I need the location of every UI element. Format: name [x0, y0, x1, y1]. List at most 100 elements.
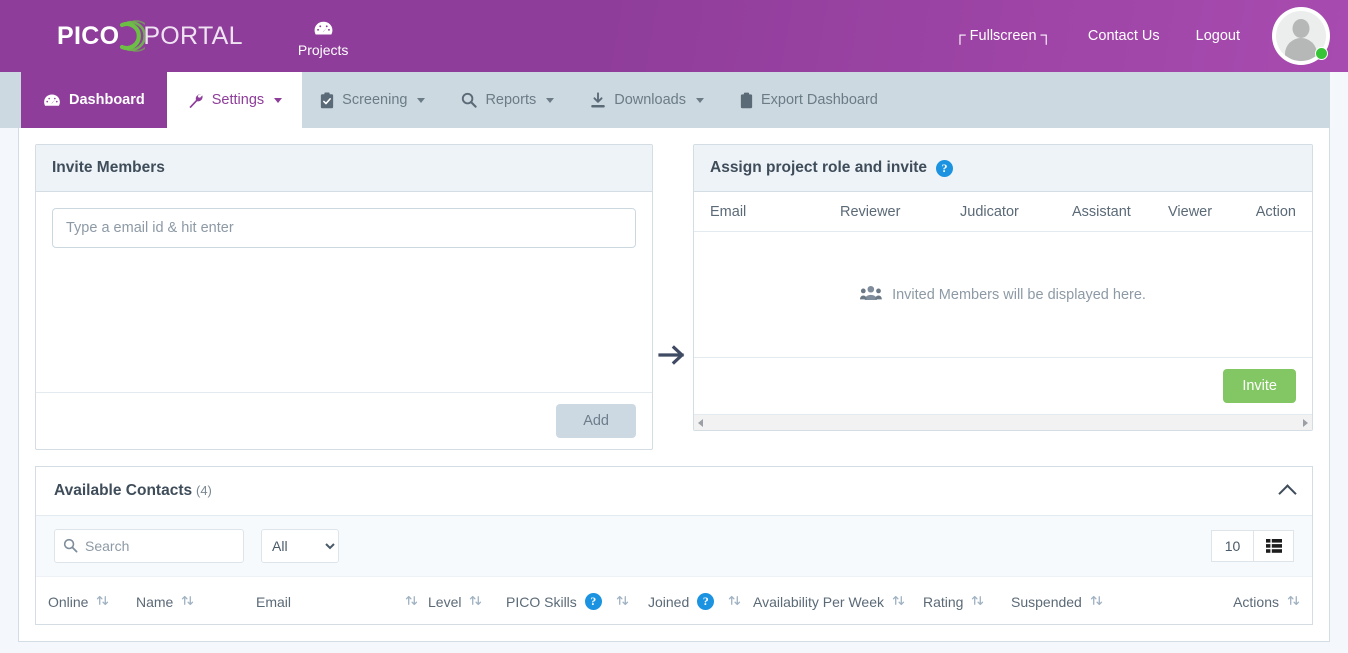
clipboard-icon — [740, 92, 753, 109]
tab-export-dashboard-label: Export Dashboard — [760, 92, 878, 108]
caret-right-icon[interactable] — [1303, 418, 1308, 427]
avatar-body-shape — [1285, 38, 1317, 61]
header-actions: ┌ Fullscreen ┐ Contact Us Logout — [936, 7, 1348, 65]
add-button[interactable]: Add — [556, 404, 636, 438]
tab-dashboard[interactable]: Dashboard — [21, 72, 167, 128]
tab-downloads-label: Downloads — [614, 92, 686, 108]
sort-icon[interactable] — [616, 594, 629, 610]
tab-settings[interactable]: Settings — [166, 72, 303, 128]
column-header-level[interactable]: Level — [428, 594, 506, 610]
sort-icon[interactable] — [1287, 594, 1300, 610]
column-header-name[interactable]: Name — [136, 594, 256, 610]
download-icon — [590, 91, 606, 109]
assign-role-title: Assign project role and invite — [710, 159, 928, 176]
assign-col-reviewer: Reviewer — [840, 204, 901, 220]
table-grid-icon[interactable] — [1254, 530, 1294, 562]
contacts-filter-select[interactable]: All — [261, 529, 339, 563]
assign-footer: Invite — [694, 357, 1312, 414]
column-header-rating[interactable]: Rating — [923, 594, 1011, 610]
invite-members-title: Invite Members — [36, 145, 652, 192]
column-header-pico-skills[interactable]: PICO Skills ? — [506, 593, 648, 610]
invite-members-body — [36, 192, 652, 392]
page-size-input[interactable]: 10 — [1211, 530, 1254, 562]
question-mark-icon[interactable]: ? — [697, 593, 715, 610]
chevron-up-icon[interactable] — [1278, 484, 1297, 503]
tab-export-dashboard[interactable]: Export Dashboard — [722, 72, 896, 128]
chevron-down-icon — [695, 97, 704, 103]
sort-icon[interactable] — [971, 594, 984, 610]
avatar-head-shape — [1292, 19, 1310, 38]
assign-role-title-row: Assign project role and invite ? — [694, 145, 1312, 192]
fullscreen-button[interactable]: ┌ Fullscreen ┐ — [936, 22, 1070, 50]
caret-left-icon[interactable] — [698, 418, 703, 427]
sort-icon[interactable] — [469, 594, 482, 610]
column-header-availability-per-week[interactable]: Availability Per Week — [753, 594, 923, 610]
tachometer-icon — [313, 19, 334, 39]
column-header-joined[interactable]: Joined ? — [648, 593, 753, 610]
contact-us-link[interactable]: Contact Us — [1070, 22, 1178, 50]
search-box — [54, 529, 244, 563]
contacts-table-header: Online Name Email Level PICO Skills ? Jo… — [36, 577, 1312, 624]
contacts-toolbar: All 10 — [36, 516, 1312, 577]
invite-button[interactable]: Invite — [1223, 369, 1296, 403]
fullscreen-bracket-right-icon: ┐ — [1040, 27, 1052, 44]
assign-col-judicator: Judicator — [960, 204, 1019, 220]
assign-col-email: Email — [710, 204, 747, 220]
column-label-actions: Actions — [1233, 593, 1279, 610]
chevron-down-icon — [417, 97, 426, 103]
column-header-email[interactable]: Email — [256, 594, 428, 610]
assign-col-action: Action — [1255, 204, 1296, 220]
tab-screening[interactable]: Screening — [302, 72, 443, 128]
tab-reports[interactable]: Reports — [443, 72, 572, 128]
users-icon — [860, 285, 882, 305]
tab-downloads[interactable]: Downloads — [572, 72, 722, 128]
invite-members-footer: Add — [36, 392, 652, 449]
horizontal-scrollbar[interactable] — [694, 414, 1312, 430]
chevron-down-icon — [274, 97, 283, 103]
column-label-online: Online — [48, 593, 89, 610]
assign-col-assistant: Assistant — [1072, 204, 1131, 220]
projects-nav-link[interactable]: Projects — [297, 15, 349, 58]
assign-col-viewer: Viewer — [1168, 204, 1213, 220]
sort-icon[interactable] — [96, 594, 109, 610]
avatar[interactable] — [1272, 7, 1330, 65]
invite-row: Invite Members Add Assign p — [35, 144, 1313, 450]
question-mark-icon[interactable]: ? — [584, 593, 602, 610]
available-contacts-header: Available Contacts (4) — [36, 467, 1312, 516]
tab-screening-label: Screening — [342, 92, 408, 108]
column-label-email: Email — [256, 593, 292, 610]
question-mark-icon[interactable]: ? — [936, 159, 954, 177]
brand-logo[interactable]: PICO PORTAL — [57, 16, 243, 56]
column-label-joined: Joined — [648, 593, 690, 610]
tab-settings-label: Settings — [211, 92, 265, 108]
column-header-suspended[interactable]: Suspended — [1011, 594, 1151, 610]
available-contacts-panel: Available Contacts (4) Search All 10 Onl… — [35, 466, 1313, 625]
search-input[interactable] — [54, 529, 244, 563]
contacts-count: (4) — [196, 483, 212, 498]
toolbar-right-controls: 10 — [1211, 530, 1294, 562]
fullscreen-bracket-left-icon: ┌ — [954, 27, 966, 44]
sort-icon[interactable] — [405, 594, 418, 610]
projects-label: Projects — [297, 41, 349, 58]
sort-icon[interactable] — [181, 594, 194, 610]
clipboard-check-icon — [320, 92, 334, 109]
available-contacts-title-group: Available Contacts (4) — [54, 482, 212, 500]
assign-empty-state: Invited Members will be displayed here. — [694, 232, 1312, 357]
sort-icon[interactable] — [1090, 594, 1103, 610]
column-label-availability-per-week: Availability Per Week — [753, 593, 884, 610]
column-label-name: Name — [136, 593, 174, 610]
search-icon — [461, 92, 478, 108]
logout-link[interactable]: Logout — [1178, 22, 1258, 50]
column-header-online[interactable]: Online — [48, 594, 136, 610]
available-contacts-section: Available Contacts (4) Search All 10 Onl… — [35, 466, 1313, 625]
column-header-actions[interactable]: Actions — [1151, 594, 1300, 610]
sort-icon[interactable] — [892, 594, 905, 610]
email-input[interactable] — [52, 208, 636, 248]
page-content: Invite Members Add Assign p — [0, 128, 1348, 653]
pico-swoosh-logo-icon — [115, 20, 153, 52]
assign-empty-message: Invited Members will be displayed here. — [892, 286, 1146, 303]
column-label-level: Level — [428, 593, 462, 610]
tab-dashboard-label: Dashboard — [69, 92, 145, 108]
sort-icon[interactable] — [728, 594, 741, 610]
top-header-bar: PICO PORTAL Projects ┌ Fullscreen ┐ Cont… — [0, 0, 1348, 72]
